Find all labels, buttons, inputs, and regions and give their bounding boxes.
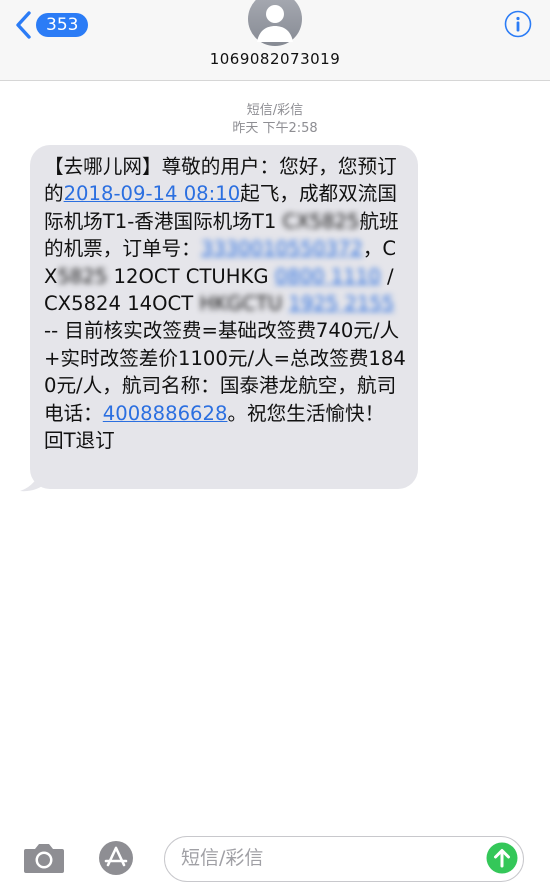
app-store-icon[interactable] (94, 840, 138, 876)
received-message-bubble[interactable]: 【去哪儿网】尊敬的用户：您好，您预订的2018-09-14 08:10起飞，成都… (30, 145, 418, 489)
message-input-container[interactable] (164, 836, 524, 882)
redacted-route: HKGCTU (199, 292, 283, 316)
ticket-number-link[interactable]: 1925 2155 (288, 292, 394, 315)
message-brand: 【去哪儿网】 (44, 155, 162, 178)
airline-phone-link[interactable]: 4008886628 (103, 402, 228, 425)
back-button[interactable]: 353 (14, 10, 89, 40)
order-number-link[interactable]: 3330010550372 (201, 237, 363, 260)
message-text-segment: 12OCT (107, 264, 180, 288)
info-icon[interactable] (504, 10, 532, 38)
conversation-header: 353 1069082073019 (0, 0, 550, 81)
message-timestamp: 昨天 下午2:58 (232, 121, 318, 136)
unread-count-badge: 353 (36, 13, 89, 37)
message-greeting: 尊敬的用户：您好， (161, 155, 338, 178)
message-text-segment: CTUHKG (185, 264, 275, 288)
person-avatar-icon (248, 0, 302, 46)
ticket-number-link[interactable]: 0800 1110 (275, 265, 381, 288)
send-arrow-icon[interactable] (486, 842, 518, 874)
contact-number[interactable]: 1069082073019 (0, 50, 550, 68)
chevron-left-icon (16, 11, 31, 39)
camera-icon[interactable] (22, 841, 66, 875)
message-text-segment: 起飞， (240, 182, 299, 206)
redacted-flight-number: 5825 (57, 264, 108, 288)
message-type-label: 短信/彩信 (246, 103, 304, 118)
message-text: 【去哪儿网】尊敬的用户：您好，您预订的2018-09-14 08:10起飞，成都… (44, 153, 406, 454)
message-text-segment: 14OCT (127, 292, 200, 316)
message-input[interactable] (181, 847, 471, 869)
departure-time-link[interactable]: 2018-09-14 08:10 (64, 182, 241, 205)
contact-avatar[interactable] (248, 0, 302, 46)
redacted-flight-number: CX5825 (282, 209, 360, 233)
